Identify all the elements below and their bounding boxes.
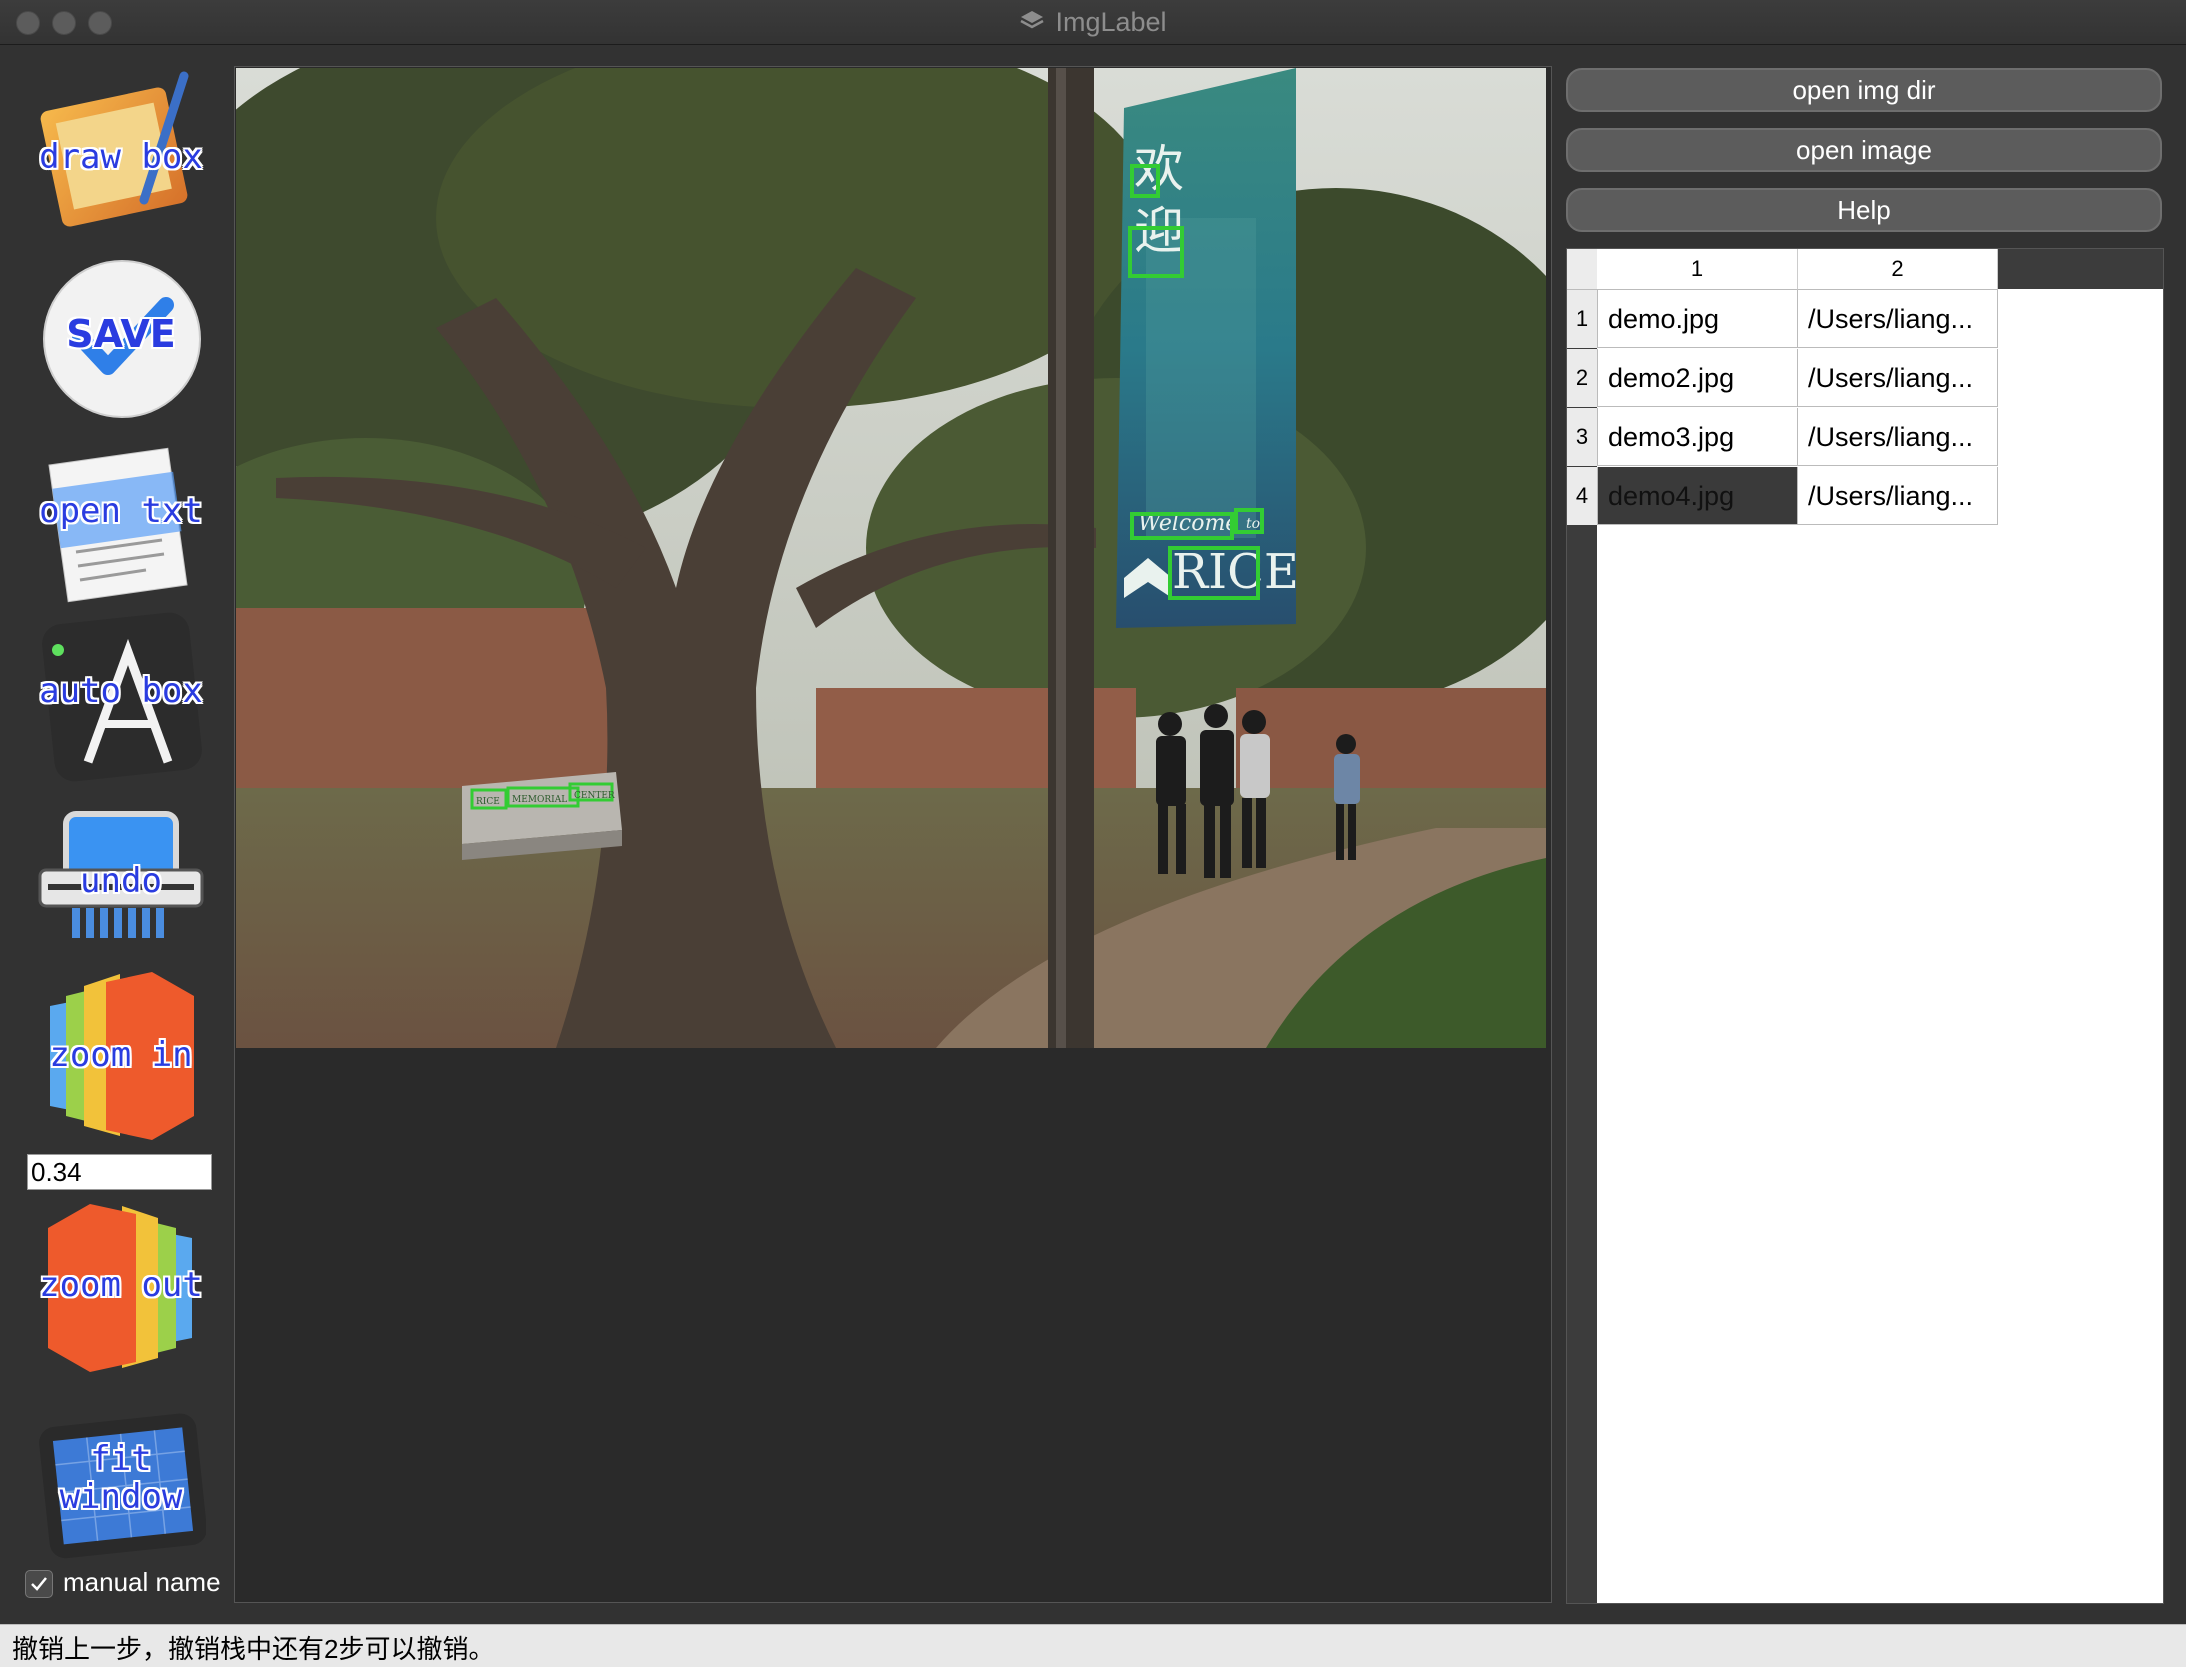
table-cell-path[interactable]: /Users/liang...	[1798, 349, 1998, 407]
save-button[interactable]: SAVE	[36, 255, 206, 425]
open-img-dir-button[interactable]: open img dir	[1566, 68, 2162, 112]
undo-button[interactable]: undo	[36, 800, 206, 970]
fit-window-label-line2: window	[59, 1477, 183, 1517]
banner-rice-text: RICE	[1172, 544, 1299, 600]
draw-box-button[interactable]: draw box	[36, 70, 206, 240]
row-header[interactable]: 3	[1567, 408, 1598, 466]
manual-name-label: manual name	[63, 1567, 221, 1597]
checkbox-box[interactable]	[25, 1570, 53, 1599]
row-header[interactable]: 2	[1567, 349, 1598, 407]
column-header-2[interactable]: 2	[1798, 249, 1998, 290]
table-cell-path[interactable]: /Users/liang...	[1798, 408, 1998, 466]
manual-name-checkbox[interactable]: manual name	[25, 1567, 221, 1599]
open-image-button[interactable]: open image	[1566, 128, 2162, 172]
open-txt-label: open txt	[39, 491, 203, 531]
column-header-1[interactable]: 1	[1597, 249, 1798, 290]
save-label: SAVE	[66, 312, 176, 356]
table-empty-area	[1597, 526, 2163, 1603]
table-cell-name[interactable]: demo.jpg	[1598, 290, 1798, 348]
fit-window-button[interactable]: fit window	[36, 1398, 206, 1568]
table-cell-path[interactable]: /Users/liang...	[1798, 290, 1998, 348]
draw-box-label: draw box	[39, 137, 203, 177]
zoom-in-label: zoom in	[49, 1035, 193, 1075]
loaded-photo[interactable]: RICE MEMORIAL CENTER 欢 迎 Welcome to RICE	[236, 68, 1546, 1048]
open-txt-button[interactable]: open txt	[36, 440, 206, 610]
sign-text-1: RICE	[476, 797, 500, 807]
sign-text-3: CENTER	[574, 791, 615, 801]
layers-icon	[1019, 2, 1045, 46]
row-header[interactable]: 4	[1567, 467, 1598, 525]
fit-window-label-line1: fit	[90, 1439, 152, 1479]
check-icon	[31, 1577, 47, 1591]
banner-cn-2: 迎	[1134, 202, 1184, 260]
zoom-level-input[interactable]	[27, 1154, 212, 1190]
sign-text-2: MEMORIAL	[512, 795, 567, 805]
window-title-text: ImgLabel	[1055, 7, 1167, 37]
zoom-in-button[interactable]: zoom in	[36, 972, 206, 1142]
zoom-out-button[interactable]: zoom out	[36, 1204, 206, 1374]
table-cell-path[interactable]: /Users/liang...	[1798, 467, 1998, 525]
table-cell-name[interactable]: demo3.jpg	[1598, 408, 1798, 466]
image-file-table[interactable]: 1 2 1 demo.jpg /Users/liang... 2 demo2.j…	[1566, 248, 2164, 1604]
banner-to-text: to	[1246, 516, 1260, 532]
status-message: 撤销上一步，撤销栈中还有2步可以撤销。	[12, 1634, 495, 1664]
table-cell-name[interactable]: demo2.jpg	[1598, 349, 1798, 407]
campus-photo-image: RICE MEMORIAL CENTER 欢 迎 Welcome to RICE	[236, 68, 1546, 1048]
window-title: ImgLabel	[0, 0, 2186, 44]
table-corner	[1567, 249, 1598, 290]
auto-box-label: auto box	[39, 671, 203, 711]
row-header[interactable]: 1	[1567, 290, 1598, 348]
table-cell-name-selected[interactable]: demo4.jpg	[1598, 467, 1798, 525]
undo-label: undo	[80, 861, 162, 901]
auto-box-button[interactable]: auto box	[36, 612, 206, 782]
help-button[interactable]: Help	[1566, 188, 2162, 232]
zoom-out-label: zoom out	[39, 1265, 203, 1305]
